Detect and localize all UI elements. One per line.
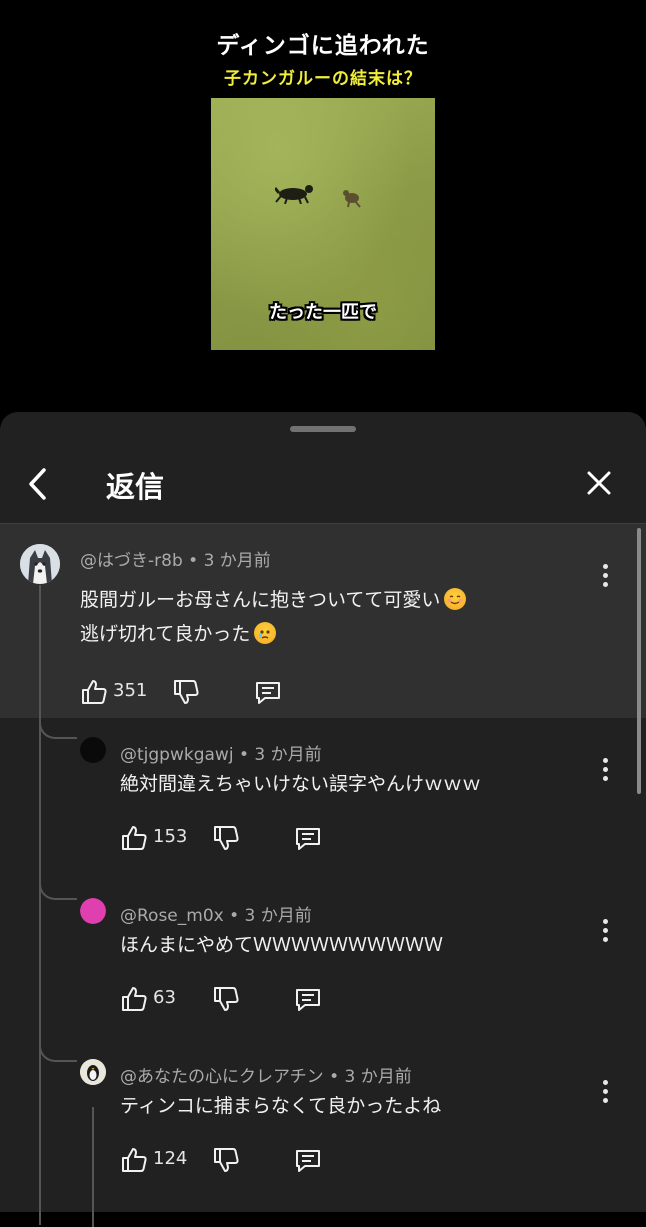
face-holding-back-tears-icon [254,622,277,644]
like-count: 124 [153,1148,188,1169]
comment-author[interactable]: @tjgpwkgawj [120,745,234,765]
reply-comment-icon [256,682,280,704]
back-button[interactable] [22,464,56,504]
thumbs-up-icon [122,987,147,1011]
comment-time: 3 か月前 [254,745,322,765]
reply-comment-icon [296,989,320,1011]
video-caption: たった一匹で [269,302,377,323]
like-button[interactable] [120,985,148,1013]
thumbs-down-icon [214,987,239,1011]
comment-author[interactable]: @あなたの心にクレアチン [120,1067,324,1087]
thread-line [39,585,41,1225]
meta-separator: • [323,1067,345,1087]
reply-comment-icon [296,828,320,850]
comment-time: 3 か月前 [203,551,271,571]
dislike-button[interactable] [212,824,240,852]
chevron-left-icon [29,468,46,500]
reply-button[interactable] [294,985,322,1013]
thumbs-down-icon [174,680,199,704]
replies-sheet: 返信 @はづき-r8b • 3 か月前 股間ガルーお母さんに抱きついてて可愛い … [0,412,646,1227]
meta-separator: • [233,745,255,765]
dislike-button[interactable] [172,678,200,706]
kangaroo-image [343,190,361,208]
reply-comment-icon [296,1150,320,1172]
avatar[interactable] [80,1059,106,1085]
video-frame: たった一匹で [211,98,435,350]
thumbs-down-icon [214,1148,239,1172]
more-options-button[interactable] [601,758,609,782]
husky-avatar-icon [20,544,60,584]
like-count: 153 [153,826,188,847]
avatar[interactable] [80,898,106,924]
like-button[interactable] [120,1146,148,1174]
close-button[interactable] [584,468,614,498]
scrollbar[interactable] [637,528,641,794]
reply-button[interactable] [254,678,282,706]
comment-author[interactable]: @はづき-r8b [80,551,183,571]
comment-text-line: 股間ガルーお母さんに抱きついてて可愛い [80,584,467,616]
video-title-line2: 子カンガルーの結末は？ [224,69,422,89]
smiling-face-icon [444,588,467,610]
drag-handle[interactable] [290,426,356,432]
close-icon [587,471,611,495]
video-player[interactable]: ディンゴに追われた 子カンガルーの結末は？ たった一匹で [0,0,646,412]
avatar[interactable] [80,737,106,763]
comment-text: ティンコに捕まらなくて良かったよね [120,1095,442,1117]
more-options-button[interactable] [601,1080,609,1104]
more-options-button[interactable] [601,919,609,943]
like-button[interactable] [80,678,108,706]
sheet-title: 返信 [106,470,165,504]
avatar[interactable] [20,544,60,584]
meta-separator: • [182,551,204,571]
thread-connector [39,860,77,900]
comment-text: ほんまにやめてＷＷＷＷＷＷＷＷＷＷ [120,934,444,956]
reply-button[interactable] [294,824,322,852]
video-title-line1: ディンゴに追われた [216,33,430,59]
comment-text-line: 逃げ切れて良かった [80,618,277,650]
penguin-avatar-icon [80,1059,106,1085]
comment-text: 絶対間違えちゃいけない誤字やんけｗｗｗ [120,773,482,795]
comment-time: 3 か月前 [244,906,312,926]
meta-separator: • [223,906,245,926]
comment-author[interactable]: @Rose_m0x [120,906,224,926]
dislike-button[interactable] [212,1146,240,1174]
thread-line [92,1107,94,1227]
thumbs-up-icon [122,1148,147,1172]
thumbs-up-icon [82,680,107,704]
more-options-button[interactable] [601,564,609,588]
like-count: 351 [113,680,148,701]
dislike-button[interactable] [212,985,240,1013]
dingo-image [275,185,313,204]
reply-button[interactable] [294,1146,322,1174]
comment-time: 3 か月前 [344,1067,412,1087]
like-button[interactable] [120,824,148,852]
thread-connector [39,699,77,739]
thumbs-down-icon [214,826,239,850]
thread-connector [39,1022,77,1062]
like-count: 63 [153,987,176,1008]
thumbs-up-icon [122,826,147,850]
